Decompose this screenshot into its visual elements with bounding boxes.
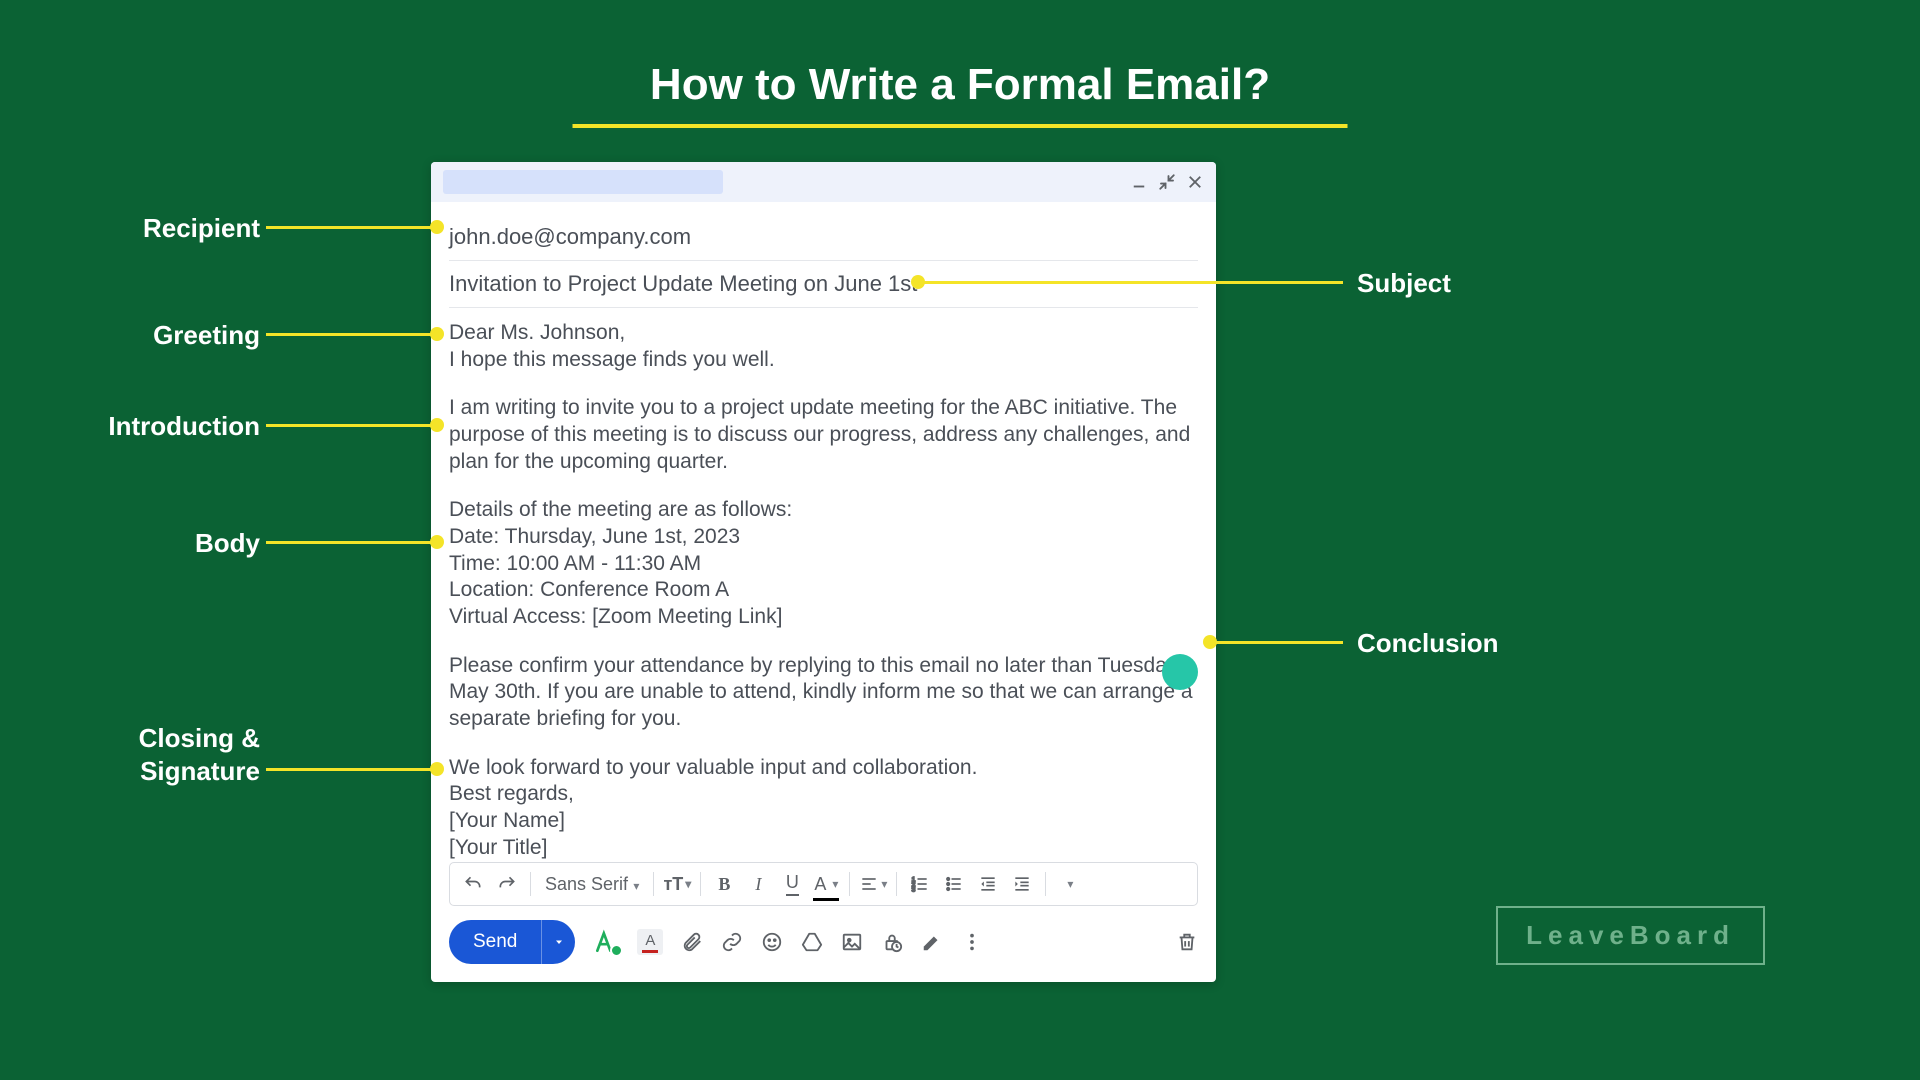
formatting-toolbar: Sans Serif ▾ тT▾ B I U A▾ ▾ 123 ▾ xyxy=(449,862,1198,906)
emoji-icon[interactable] xyxy=(761,931,783,953)
action-toolbar: Send A xyxy=(431,920,1216,982)
body-location: Location: Conference Room A xyxy=(449,577,1198,604)
more-formatting-button[interactable]: ▾ xyxy=(1054,869,1084,899)
annotation-recipient: Recipient xyxy=(0,213,260,244)
annotation-body: Body xyxy=(0,528,260,559)
connector-dot xyxy=(430,762,444,776)
annotation-greeting: Greeting xyxy=(0,320,260,351)
grammarly-icon[interactable] xyxy=(1162,654,1198,690)
conclusion-paragraph: Please confirm your attendance by replyi… xyxy=(449,653,1198,733)
connector-dot xyxy=(430,418,444,432)
undo-button[interactable] xyxy=(458,869,488,899)
title-underline xyxy=(573,124,1348,128)
bold-button[interactable]: B xyxy=(709,869,739,899)
font-selector[interactable]: Sans Serif ▾ xyxy=(539,874,645,895)
connector-line xyxy=(266,226,437,229)
connector-line xyxy=(266,768,437,771)
body-details-header: Details of the meeting are as follows: xyxy=(449,497,1198,524)
greeting-line: Dear Ms. Johnson, xyxy=(449,320,1198,347)
image-icon[interactable] xyxy=(841,931,863,953)
link-icon[interactable] xyxy=(721,931,743,953)
text-color-button-2[interactable]: A xyxy=(637,929,663,955)
underline-button[interactable]: U xyxy=(777,869,807,899)
closing-line4: [Your Title] xyxy=(449,835,1198,862)
connector-dot xyxy=(430,535,444,549)
annotation-conclusion: Conclusion xyxy=(1357,628,1499,659)
numbered-list-button[interactable]: 123 xyxy=(905,869,935,899)
connector-line xyxy=(266,541,437,544)
chevron-down-icon: ▾ xyxy=(630,879,639,893)
closing-line1: We look forward to your valuable input a… xyxy=(449,755,1198,782)
email-compose-window: john.doe@company.com Invitation to Proje… xyxy=(431,162,1216,982)
annotation-introduction: Introduction xyxy=(0,411,260,442)
connector-line xyxy=(266,424,437,427)
greeting-line2: I hope this message finds you well. xyxy=(449,347,1198,374)
connector-dot xyxy=(430,220,444,234)
closing-line3: [Your Name] xyxy=(449,808,1198,835)
minimize-icon[interactable] xyxy=(1130,173,1148,191)
indent-less-button[interactable] xyxy=(973,869,1003,899)
annotation-closing: Closing & Signature xyxy=(0,722,260,787)
brand-logo: LeaveBoard xyxy=(1496,906,1765,965)
connector-dot xyxy=(911,275,925,289)
bullet-list-button[interactable] xyxy=(939,869,969,899)
redo-button[interactable] xyxy=(492,869,522,899)
confidential-icon[interactable] xyxy=(881,931,903,953)
body-virtual: Virtual Access: [Zoom Meeting Link] xyxy=(449,604,1198,631)
italic-button[interactable]: I xyxy=(743,869,773,899)
intro-paragraph: I am writing to invite you to a project … xyxy=(449,395,1198,475)
window-titlebar xyxy=(431,162,1216,202)
shrink-icon[interactable] xyxy=(1158,173,1176,191)
connector-dot xyxy=(1203,635,1217,649)
connector-line xyxy=(1210,641,1343,644)
annotation-subject: Subject xyxy=(1357,268,1451,299)
delete-icon[interactable] xyxy=(1176,931,1198,953)
svg-text:3: 3 xyxy=(912,887,916,894)
body-date: Date: Thursday, June 1st, 2023 xyxy=(449,524,1198,551)
more-options-icon[interactable] xyxy=(961,931,983,953)
send-options-button[interactable] xyxy=(541,920,575,964)
email-body-editor[interactable]: Dear Ms. Johnson, I hope this message fi… xyxy=(431,308,1216,862)
align-button[interactable]: ▾ xyxy=(858,869,888,899)
send-button[interactable]: Send xyxy=(449,920,541,964)
annotation-closing-text: Closing & Signature xyxy=(139,723,260,786)
subject-field[interactable]: Invitation to Project Update Meeting on … xyxy=(449,260,1198,308)
font-size-button[interactable]: тT▾ xyxy=(662,869,692,899)
spellcheck-icon[interactable] xyxy=(593,929,619,955)
connector-line xyxy=(266,333,437,336)
recipient-field[interactable]: john.doe@company.com xyxy=(449,214,1198,260)
drive-icon[interactable] xyxy=(801,931,823,953)
close-icon[interactable] xyxy=(1186,173,1204,191)
connector-dot xyxy=(430,327,444,341)
connector-line xyxy=(918,281,1343,284)
closing-line2: Best regards, xyxy=(449,781,1198,808)
subject-placeholder xyxy=(443,170,723,194)
indent-more-button[interactable] xyxy=(1007,869,1037,899)
body-time: Time: 10:00 AM - 11:30 AM xyxy=(449,551,1198,578)
page-title: How to Write a Formal Email? xyxy=(650,60,1270,110)
text-color-button[interactable]: A▾ xyxy=(811,869,841,899)
signature-icon[interactable] xyxy=(921,931,943,953)
attachment-icon[interactable] xyxy=(681,931,703,953)
font-name: Sans Serif xyxy=(545,874,628,894)
